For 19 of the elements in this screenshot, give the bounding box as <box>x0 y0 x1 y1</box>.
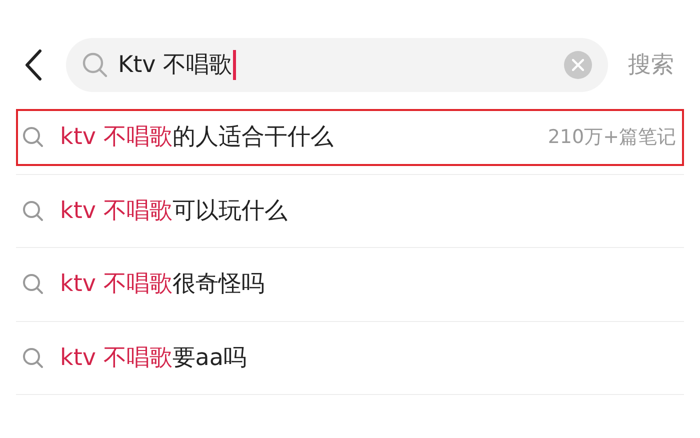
suggestion-item[interactable]: ktv 不唱歌的人适合干什么 210万+篇笔记 <box>16 109 684 166</box>
search-icon <box>82 52 108 78</box>
text-cursor <box>233 50 236 80</box>
suggestion-text: ktv 不唱歌可以玩什么 <box>60 196 288 226</box>
suggestion-item[interactable]: ktv 不唱歌很奇怪吗 <box>16 256 684 312</box>
suggestion-item[interactable]: ktv 不唱歌要aa吗 <box>16 330 684 386</box>
suggestion-item[interactable]: ktv 不唱歌可以玩什么 <box>16 182 684 239</box>
search-icon <box>22 200 44 222</box>
close-icon <box>572 59 584 71</box>
search-icon <box>22 126 44 148</box>
suggestion-text: ktv 不唱歌要aa吗 <box>60 344 246 372</box>
search-query: Ktv 不唱歌 <box>118 50 232 80</box>
search-icon <box>22 346 44 369</box>
search-icon <box>22 273 44 296</box>
note-count: 210万+篇笔记 <box>548 125 676 150</box>
back-icon <box>24 49 42 81</box>
suggestion-text: ktv 不唱歌的人适合干什么 <box>60 123 334 152</box>
search-field[interactable]: Ktv 不唱歌 <box>66 38 608 92</box>
suggestion-text: ktv 不唱歌很奇怪吗 <box>60 270 264 299</box>
